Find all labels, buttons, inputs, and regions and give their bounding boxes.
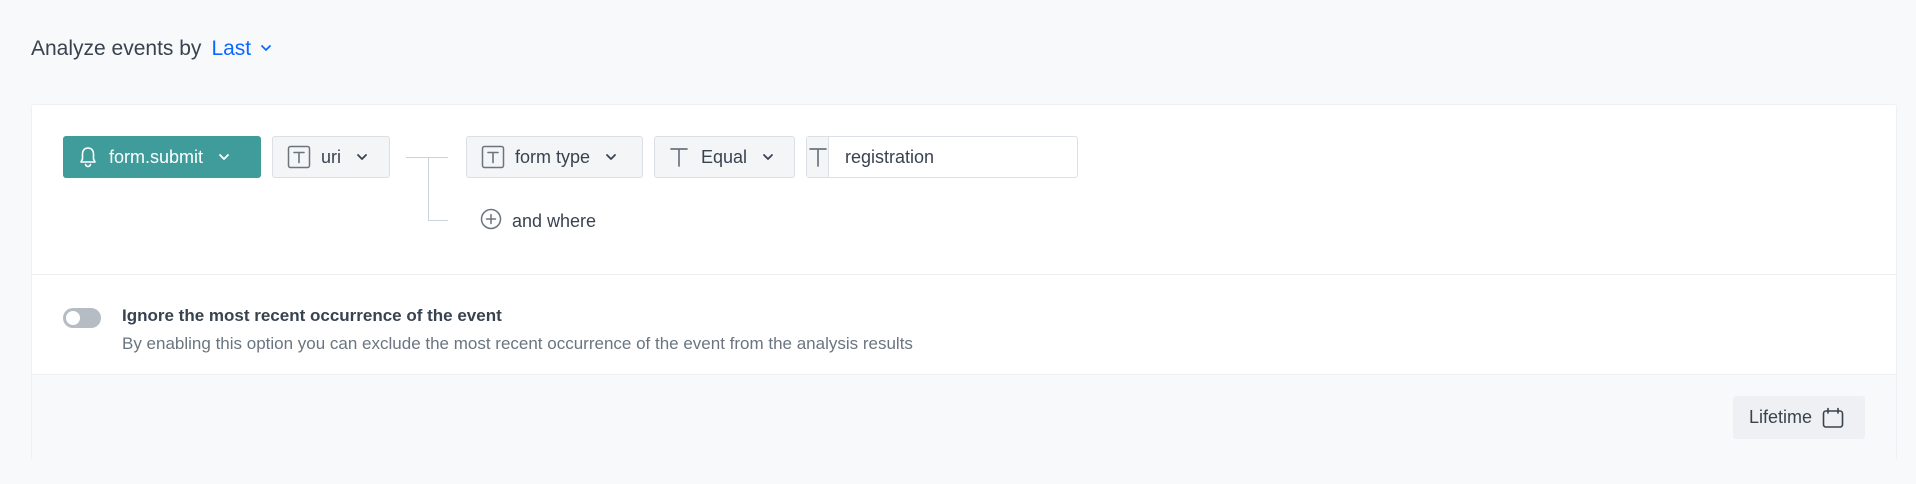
date-range-label: Lifetime [1749,407,1813,427]
ignore-option-description: By enabling this option you can exclude … [122,334,913,353]
calendar-icon [1822,407,1844,429]
attribute-name: form type [515,146,591,167]
event-name: form.submit [109,146,204,167]
chevron-down-icon [355,150,369,164]
operator-name: Equal [701,146,748,167]
attribute-selector-button[interactable]: form type [466,136,643,178]
condition-value-input[interactable] [829,137,1077,177]
text-icon [669,146,689,168]
analysis-settings-card: form.submit uri form type Equal registra… [31,104,1897,461]
chevron-down-icon [761,150,775,164]
bell-icon [79,146,97,168]
ignore-option-title: Ignore the most recent occurrence of the… [122,306,502,325]
ignore-recent-toggle[interactable] [63,308,101,328]
add-condition-button[interactable]: and where [480,208,596,234]
date-range-section: Lifetime [32,375,1896,461]
plus-circle-icon [480,208,502,235]
condition-value-field [806,136,1078,178]
parameter-name: uri [321,146,342,167]
add-condition-label: and where [512,210,597,231]
text-icon [807,137,829,177]
analyze-mode-value: Last [211,37,252,60]
condition-connector-branch [428,157,448,221]
filter-section: form.submit uri form type Equal registra… [32,105,1896,275]
analyze-header: Analyze events by Last [31,30,273,68]
event-selector-button[interactable]: form.submit [63,136,261,178]
text-type-icon [287,145,311,169]
analyze-mode-dropdown[interactable]: Last [211,37,273,61]
parameter-selector-button[interactable]: uri [272,136,390,178]
text-type-icon [481,145,505,169]
ignore-option-section: Ignore the most recent occurrence of the… [32,275,1896,375]
chevron-down-icon [604,150,618,164]
analyze-title: Analyze events by [31,37,202,60]
chevron-down-icon [217,150,231,164]
chevron-down-icon [259,37,273,61]
date-range-button[interactable]: Lifetime [1733,396,1865,439]
toggle-knob [66,311,80,325]
operator-selector-button[interactable]: Equal [654,136,795,178]
